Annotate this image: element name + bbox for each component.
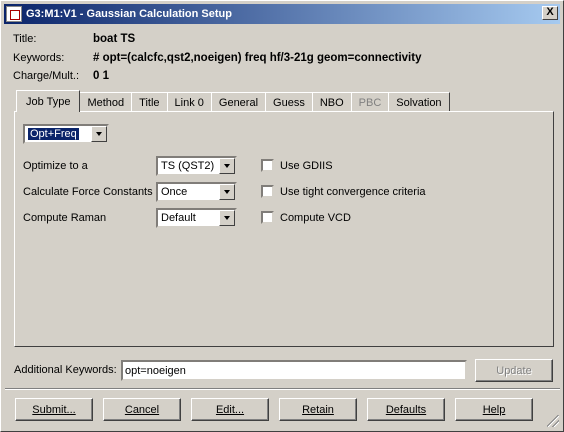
- cancel-label: Cancel: [124, 403, 160, 416]
- window-title: G3:M1:V1 - Gaussian Calculation Setup: [26, 8, 232, 20]
- submit-button[interactable]: Submit...: [15, 398, 93, 421]
- raman-select[interactable]: Default: [156, 208, 237, 228]
- charge-row: Charge/Mult.: 0 1: [13, 68, 109, 84]
- resize-grip-icon[interactable]: [547, 415, 559, 427]
- vcd-label: Compute VCD: [280, 211, 351, 224]
- tab-guess[interactable]: Guess: [265, 92, 313, 112]
- defaults-button[interactable]: Defaults: [367, 398, 445, 421]
- title-value: boat TS: [93, 33, 136, 45]
- tab-solvation[interactable]: Solvation: [388, 92, 450, 112]
- checkbox-icon[interactable]: [261, 211, 274, 224]
- app-icon: [6, 6, 22, 22]
- submit-label: Submit...: [32, 403, 76, 416]
- force-constants-label: Calculate Force Constants: [23, 186, 153, 198]
- optimize-select[interactable]: TS (QST2): [156, 156, 237, 176]
- job-type-value: Opt+Freq: [27, 128, 80, 140]
- tab-job-type[interactable]: Job Type: [16, 90, 81, 112]
- force-constants-select[interactable]: Once: [156, 182, 237, 202]
- tab-link0[interactable]: Link 0: [166, 92, 212, 112]
- gaussian-setup-window: G3:M1:V1 - Gaussian Calculation Setup X …: [0, 0, 564, 432]
- keywords-row: Keywords: # opt=(calcfc,qst2,noeigen) fr…: [13, 50, 421, 66]
- checkbox-icon[interactable]: [261, 185, 274, 198]
- gdiis-label: Use GDIIS: [280, 159, 333, 172]
- tab-nbo[interactable]: NBO: [311, 92, 352, 112]
- raman-label: Compute Raman: [23, 212, 107, 224]
- title-row: Title: boat TS: [13, 31, 135, 47]
- help-button[interactable]: Help: [455, 398, 533, 421]
- retain-label: Retain: [302, 403, 334, 416]
- title-label: Title:: [13, 33, 37, 45]
- chevron-down-icon[interactable]: [219, 184, 235, 200]
- chevron-down-icon[interactable]: [91, 126, 107, 142]
- charge-value: 0 1: [93, 70, 109, 82]
- title-bar[interactable]: G3:M1:V1 - Gaussian Calculation Setup X: [4, 4, 560, 24]
- divider: [5, 388, 560, 390]
- cancel-button[interactable]: Cancel: [103, 398, 181, 421]
- tab-general[interactable]: General: [210, 92, 267, 112]
- retain-button[interactable]: Retain: [279, 398, 357, 421]
- tab-title[interactable]: Title: [131, 92, 168, 112]
- chevron-down-icon[interactable]: [219, 210, 235, 226]
- update-button: Update: [475, 359, 553, 382]
- vcd-checkbox[interactable]: Compute VCD: [261, 211, 351, 224]
- job-type-panel: Opt+Freq Optimize to a TS (QST2) Use GDI…: [14, 111, 554, 347]
- additional-keywords-input[interactable]: opt=noeigen: [121, 360, 467, 381]
- keywords-label: Keywords:: [13, 52, 65, 64]
- keywords-value: # opt=(calcfc,qst2,noeigen) freq hf/3-21…: [93, 52, 422, 64]
- tab-method[interactable]: Method: [79, 92, 133, 112]
- chevron-down-icon[interactable]: [219, 158, 235, 174]
- edit-label: Edit...: [215, 403, 245, 416]
- optimize-value: TS (QST2): [161, 160, 215, 172]
- additional-keywords-label: Additional Keywords:: [14, 364, 117, 376]
- defaults-label: Defaults: [385, 403, 427, 416]
- optimize-label: Optimize to a: [23, 160, 88, 172]
- charge-label: Charge/Mult.:: [13, 70, 80, 82]
- force-constants-value: Once: [161, 186, 188, 198]
- tab-strip: Job Type Method Title Link 0 General Gue…: [16, 90, 450, 112]
- job-type-select[interactable]: Opt+Freq: [23, 124, 109, 144]
- edit-button[interactable]: Edit...: [191, 398, 269, 421]
- update-label: Update: [496, 364, 532, 377]
- raman-value: Default: [161, 212, 196, 224]
- tight-convergence-checkbox[interactable]: Use tight convergence criteria: [261, 185, 426, 198]
- checkbox-icon[interactable]: [261, 159, 274, 172]
- gdiis-checkbox[interactable]: Use GDIIS: [261, 159, 333, 172]
- help-label: Help: [482, 403, 506, 416]
- tab-pbc: PBC: [350, 92, 390, 112]
- tight-convergence-label: Use tight convergence criteria: [280, 185, 426, 198]
- close-button[interactable]: X: [542, 6, 558, 20]
